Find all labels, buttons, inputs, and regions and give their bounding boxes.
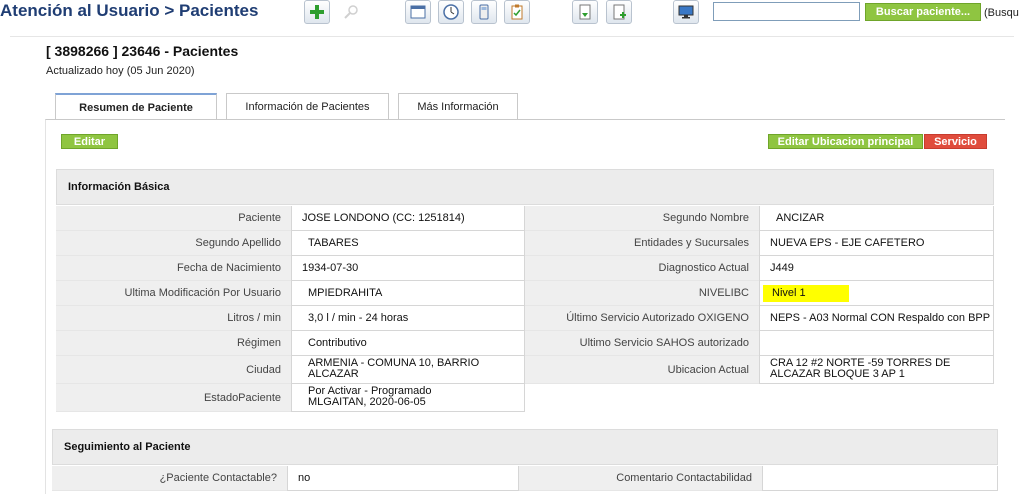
field-label: Régimen xyxy=(56,331,291,356)
calculator-icon[interactable] xyxy=(471,0,497,24)
field-label: Paciente xyxy=(56,206,291,231)
field-value: MPIEDRAHITA xyxy=(291,281,525,306)
field-value: Nivel 1 xyxy=(759,281,994,306)
info-row: Paciente JOSE LONDONO (CC: 1251814) xyxy=(56,206,525,231)
patient-panel: [ 3898266 ] 23646 - Pacientes Actualizad… xyxy=(10,36,1014,494)
info-row: Ultimo Servicio SAHOS autorizado xyxy=(525,331,994,356)
info-row: Diagnostico Actual J449 xyxy=(525,256,994,281)
edit-button[interactable]: Editar xyxy=(61,134,118,149)
field-value: TABARES xyxy=(291,231,525,256)
clipboard-icon[interactable] xyxy=(504,0,530,24)
field-value: Por Activar - Programado MLGAITAN, 2020-… xyxy=(291,384,525,412)
service-button[interactable]: Servicio xyxy=(924,134,987,149)
field-label: EstadoPaciente xyxy=(56,384,291,412)
info-row: Fecha de Nacimiento 1934-07-30 xyxy=(56,256,525,281)
tab-informacion-pacientes[interactable]: Información de Pacientes xyxy=(226,93,389,119)
info-row: Ultima Modificación Por Usuario MPIEDRAH… xyxy=(56,281,525,306)
field-label: Ciudad xyxy=(56,356,291,384)
patient-search-input[interactable] xyxy=(713,2,860,21)
info-row: Litros / min 3,0 l / min - 24 horas xyxy=(56,306,525,331)
follow-up-row: ¿Paciente Contactable? no Comentario Con… xyxy=(52,466,998,491)
document-download-icon[interactable] xyxy=(572,0,598,24)
field-label: Ultima Modificación Por Usuario xyxy=(56,281,291,306)
field-label: Comentario Contactabilidad xyxy=(519,466,762,491)
field-label: Segundo Nombre xyxy=(525,206,759,231)
monitor-icon[interactable] xyxy=(673,0,699,24)
follow-up-header: Seguimiento al Paciente xyxy=(52,429,998,465)
clock-icon[interactable] xyxy=(438,0,464,24)
field-value xyxy=(762,466,998,491)
field-label: NIVELIBC xyxy=(525,281,759,306)
last-updated-text: Actualizado hoy (05 Jun 2020) xyxy=(46,65,195,77)
field-value: CRA 12 #2 NORTE -59 TORRES DE ALCAZAR BL… xyxy=(759,356,994,384)
info-row: Segundo Apellido TABARES xyxy=(56,231,525,256)
field-label: Litros / min xyxy=(56,306,291,331)
field-value: no xyxy=(287,466,519,491)
field-value: NUEVA EPS - EJE CAFETERO xyxy=(759,231,994,256)
field-value: 3,0 l / min - 24 horas xyxy=(291,306,525,331)
field-label: Entidades y Sucursales xyxy=(525,231,759,256)
tab-content: Editar Editar Ubicacion principal Servic… xyxy=(45,119,1005,494)
field-label: Último Servicio Autorizado OXIGENO xyxy=(525,306,759,331)
field-label: Diagnostico Actual xyxy=(525,256,759,281)
field-value: J449 xyxy=(759,256,994,281)
info-row: Segundo Nombre ANCIZAR xyxy=(525,206,994,231)
info-row: Ciudad ARMENIA - COMUNA 10, BARRIO ALCAZ… xyxy=(56,356,525,384)
field-value: 1934-07-30 xyxy=(291,256,525,281)
info-row: Ubicacion Actual CRA 12 #2 NORTE -59 TOR… xyxy=(525,356,994,384)
tab-mas-informacion[interactable]: Más Información xyxy=(398,93,518,119)
info-row: Último Servicio Autorizado OXIGENO NEPS … xyxy=(525,306,994,331)
info-row: EstadoPaciente Por Activar - Programado … xyxy=(56,384,525,412)
edit-main-location-button[interactable]: Editar Ubicacion principal xyxy=(768,134,923,149)
nivel-badge: Nivel 1 xyxy=(763,284,849,302)
top-toolbar: Atención al Usuario > Pacientes Buscar p… xyxy=(0,0,1019,30)
page-title: [ 3898266 ] 23646 - Pacientes xyxy=(46,43,239,59)
basic-info-header: Información Básica xyxy=(56,169,994,205)
info-row: Régimen Contributivo xyxy=(56,331,525,356)
field-value xyxy=(759,331,994,356)
field-label: Segundo Apellido xyxy=(56,231,291,256)
info-row: Entidades y Sucursales NUEVA EPS - EJE C… xyxy=(525,231,994,256)
search-patient-button[interactable]: Buscar paciente... xyxy=(865,3,981,21)
field-label: Fecha de Nacimiento xyxy=(56,256,291,281)
window-icon[interactable] xyxy=(405,0,431,24)
field-label: Ubicacion Actual xyxy=(525,356,759,384)
info-row: NIVELIBC Nivel 1 xyxy=(525,281,994,306)
field-value: JOSE LONDONO (CC: 1251814) xyxy=(291,206,525,231)
field-value: ARMENIA - COMUNA 10, BARRIO ALCAZAR xyxy=(291,356,525,384)
search-magnifier-icon[interactable] xyxy=(338,0,364,24)
tab-resumen-paciente[interactable]: Resumen de Paciente xyxy=(55,93,217,120)
add-icon[interactable] xyxy=(304,0,330,24)
field-value: ANCIZAR xyxy=(759,206,994,231)
document-add-icon[interactable] xyxy=(606,0,632,24)
search-hint: (Busqu xyxy=(984,7,1019,19)
field-value: NEPS - A03 Normal CON Respaldo con BPP xyxy=(759,306,994,331)
field-value: Contributivo xyxy=(291,331,525,356)
breadcrumb: Atención al Usuario > Pacientes xyxy=(0,1,259,20)
field-label: ¿Paciente Contactable? xyxy=(52,466,287,491)
field-label: Ultimo Servicio SAHOS autorizado xyxy=(525,331,759,356)
